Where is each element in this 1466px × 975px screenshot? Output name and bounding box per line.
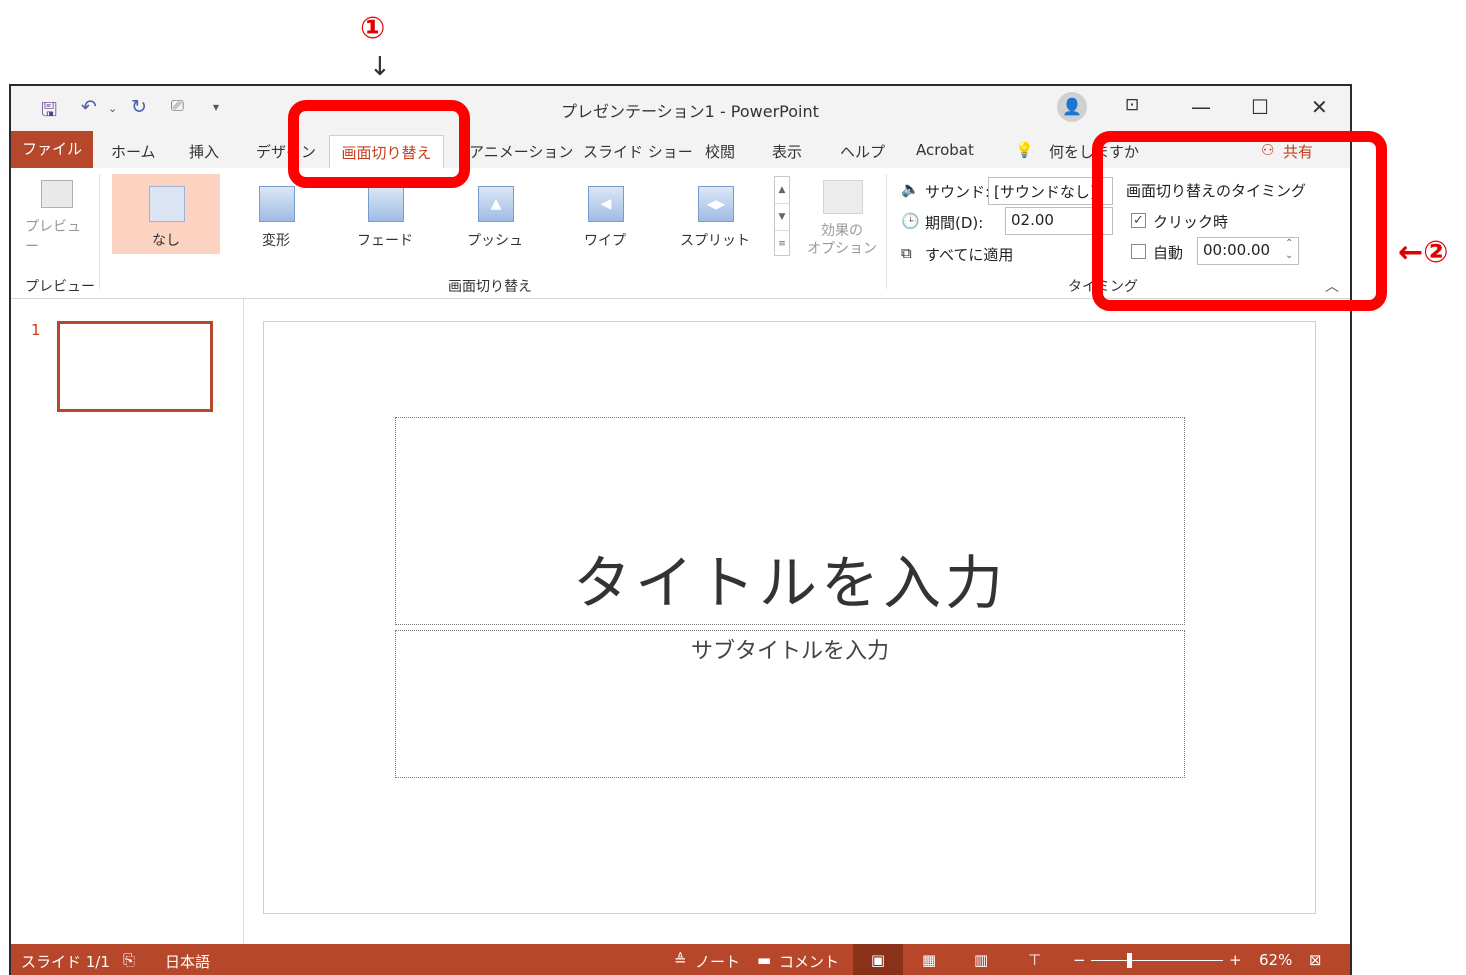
tab-slideshow[interactable]: スライド ショー	[583, 141, 693, 162]
close-icon[interactable]: ✕	[1311, 95, 1328, 119]
split-transition-icon: ◀▶	[698, 186, 734, 222]
transitions-group-label: 画面切り替え	[448, 279, 532, 295]
window-title: プレゼンテーション1 - PowerPoint	[561, 102, 819, 121]
tab-view[interactable]: 表示	[772, 141, 802, 162]
effect-options-icon	[823, 180, 863, 214]
minimize-icon[interactable]: —	[1191, 95, 1211, 119]
tab-acrobat[interactable]: Acrobat	[916, 141, 974, 159]
subtitle-placeholder[interactable]: サブタイトルを入力	[395, 630, 1185, 778]
ribbon-display-options-icon[interactable]: ⊡	[1125, 95, 1139, 115]
slide-canvas: タイトルを入力 サブタイトルを入力	[263, 321, 1316, 914]
fade-transition-icon	[368, 186, 404, 222]
notes-button[interactable]: ノート	[695, 951, 740, 972]
annotation-arrow-down: ↓	[369, 52, 391, 82]
reading-view-icon[interactable]: ▥	[974, 951, 988, 969]
transition-none[interactable]: なし	[112, 174, 220, 254]
start-slideshow-icon[interactable]: ⎚	[171, 96, 184, 116]
slide-thumbnail[interactable]	[57, 321, 213, 412]
subtitle-placeholder-text: サブタイトルを入力	[690, 639, 889, 664]
effect-options-label-2: オプション	[807, 241, 877, 257]
notes-icon[interactable]: ≜	[674, 951, 687, 969]
gallery-more-icon[interactable]: ≡	[775, 231, 789, 257]
preview-group-label: プレビュー	[25, 279, 95, 295]
effect-options-label-1: 効果の	[821, 223, 863, 239]
slide-sorter-icon[interactable]: ▦	[922, 951, 936, 969]
preview-icon	[41, 180, 73, 208]
fit-to-window-icon[interactable]: ⊠	[1309, 951, 1322, 969]
tab-insert[interactable]: 挿入	[189, 141, 219, 162]
gallery-up-icon[interactable]: ▲	[775, 177, 789, 204]
transition-wipe[interactable]: ◀ ワイプ	[551, 174, 659, 254]
undo-dropdown-icon[interactable]: ⌄	[108, 102, 117, 115]
slideshow-view-icon[interactable]: ⊤	[1028, 951, 1041, 969]
sound-icon: 🔈	[901, 180, 920, 198]
comments-button[interactable]: コメント	[779, 951, 839, 972]
annotation-label-1: ①	[360, 11, 386, 46]
title-placeholder[interactable]: タイトルを入力	[395, 417, 1185, 625]
transition-label: スプリット	[680, 233, 750, 249]
language-indicator[interactable]: 日本語	[165, 951, 210, 972]
gallery-scroll[interactable]: ▲ ▼ ≡	[774, 176, 790, 256]
preview-button[interactable]: プレビュー	[21, 174, 93, 255]
morph-transition-icon	[259, 186, 295, 222]
transition-split[interactable]: ◀▶ スプリット	[661, 174, 769, 254]
spell-check-icon[interactable]: ⎘	[123, 951, 135, 969]
apply-all-icon: ⧉	[901, 244, 912, 262]
tab-review[interactable]: 校閲	[705, 141, 735, 162]
tab-file[interactable]: ファイル	[11, 131, 93, 168]
none-transition-icon	[149, 186, 185, 222]
lightbulb-icon: 💡	[1015, 141, 1034, 159]
slide-count: スライド 1/1	[21, 953, 110, 971]
slide-thumbnails-pane: 1	[11, 299, 244, 944]
zoom-in-icon[interactable]: +	[1229, 951, 1242, 969]
preview-label: プレビュー	[25, 219, 81, 255]
redo-icon[interactable]: ↻	[131, 96, 147, 118]
transition-label: フェード	[357, 233, 413, 249]
gallery-down-icon[interactable]: ▼	[775, 204, 789, 231]
title-placeholder-text: タイトルを入力	[572, 549, 1007, 617]
clock-icon: 🕒	[901, 212, 920, 230]
customize-qat-icon[interactable]: ▾	[213, 100, 219, 114]
apply-to-all-button[interactable]: すべてに適用	[925, 244, 1013, 265]
push-transition-icon: ▲	[478, 186, 514, 222]
annotation-label-2: ←②	[1398, 235, 1449, 270]
tab-animations[interactable]: アニメーション	[469, 141, 573, 162]
normal-view-icon[interactable]: ▣	[853, 944, 903, 975]
slide-editor: タイトルを入力 サブタイトルを入力	[244, 299, 1350, 944]
maximize-icon[interactable]: ☐	[1251, 95, 1269, 119]
sound-label: サウンド:	[925, 183, 991, 201]
annotation-box-2	[1092, 131, 1387, 311]
status-bar: スライド 1/1 ⎘ 日本語 ≜ ノート ▬ コメント ▣ ▦ ▥ ⊤ − + …	[11, 944, 1350, 975]
transition-label: なし	[152, 233, 180, 249]
account-avatar-icon[interactable]: 👤	[1057, 92, 1087, 122]
zoom-level[interactable]: 62%	[1259, 951, 1292, 969]
zoom-out-icon[interactable]: −	[1073, 951, 1086, 969]
wipe-transition-icon: ◀	[588, 186, 624, 222]
slide-number: 1	[31, 321, 41, 339]
tab-home[interactable]: ホーム	[111, 141, 156, 162]
effect-options-button[interactable]: 効果の オプション	[801, 174, 883, 260]
annotation-box-1	[288, 100, 470, 188]
zoom-slider[interactable]	[1091, 960, 1223, 961]
title-bar: 🖫 ↶ ⌄ ↻ ⎚ ▾ プレゼンテーション1 - PowerPoint 👤 ⊡ …	[11, 86, 1350, 131]
transition-label: 変形	[262, 233, 290, 249]
comments-icon[interactable]: ▬	[757, 951, 771, 969]
transition-label: ワイプ	[584, 233, 626, 249]
transition-label: プッシュ	[467, 233, 523, 249]
duration-label: 期間(D):	[925, 214, 984, 232]
undo-icon[interactable]: ↶	[81, 96, 97, 118]
zoom-slider-thumb[interactable]	[1127, 953, 1132, 968]
tab-help[interactable]: ヘルプ	[840, 141, 885, 162]
save-icon[interactable]: 🖫	[41, 96, 57, 128]
